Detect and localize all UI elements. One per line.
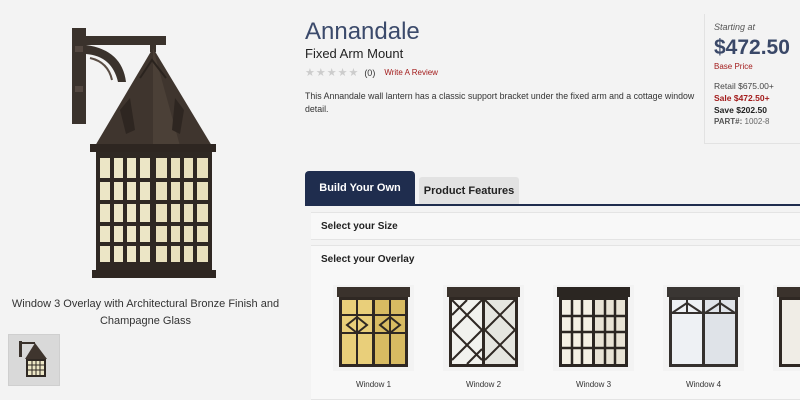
product-title: Annandale [305,18,420,45]
window-2-lantern-image [443,285,524,371]
select-size-section[interactable]: Select your Size [311,212,800,240]
window-3-lantern-image [553,285,634,371]
tab-build-your-own[interactable]: Build Your Own [305,171,415,204]
image-caption: Window 3 Overlay with Architectural Bron… [11,298,280,327]
window-5-lantern-image [773,285,800,371]
base-price-label: Base Price [714,62,753,71]
part-number-label: PART#: [714,117,743,126]
tab-underline [305,204,800,206]
overlay-option-window-4[interactable]: Window 4 [663,285,744,389]
overlay-option-label: Window 3 [575,380,612,389]
write-review-link[interactable]: Write A Review [384,68,438,77]
part-number: PART#: 1002-8 [714,117,800,126]
part-number-value: 1002-8 [744,117,770,126]
retail-price: Retail $675.00+ [714,81,774,91]
window-1-lantern-image [333,285,414,371]
product-gallery: Window 3 Overlay with Architectural Bron… [0,0,290,400]
overlay-option-label: Window 1 [355,380,392,389]
price-box: Starting at $472.50 Base Price Retail $6… [704,14,800,144]
overlay-option-window-3[interactable]: Window 3 [553,285,634,389]
tab-product-features[interactable]: Product Features [419,177,519,204]
overlay-options: Window 1 Window 2 Window 3 Window 4 [333,285,800,389]
lantern-main-image [72,28,216,278]
star-rating-icon: ★★★★★ [305,67,360,79]
rating-row: ★★★★★ (0) Write A Review [305,66,438,79]
image-thumbnail[interactable] [8,334,60,386]
product-tabs: Build Your Own Product Features [305,171,519,204]
window-4-lantern-image [663,285,744,371]
overlay-option-window-1[interactable]: Window 1 [333,285,414,389]
product-description: This Annandale wall lantern has a classi… [305,91,695,114]
overlay-option-partial[interactable] [773,285,800,389]
sale-price: Sale $472.50+ [714,93,770,103]
overlay-option-label: Window 4 [685,380,722,389]
overlay-option-window-2[interactable]: Window 2 [443,285,524,389]
save-amount: Save $202.50 [714,105,767,115]
review-count: (0) [364,67,376,78]
starting-price: $472.50 [714,36,790,59]
overlay-option-label: Window 2 [465,380,502,389]
product-subtitle: Fixed Arm Mount [305,46,404,61]
select-overlay-header[interactable]: Select your Overlay [321,246,800,274]
starting-at-label: Starting at [714,22,756,32]
